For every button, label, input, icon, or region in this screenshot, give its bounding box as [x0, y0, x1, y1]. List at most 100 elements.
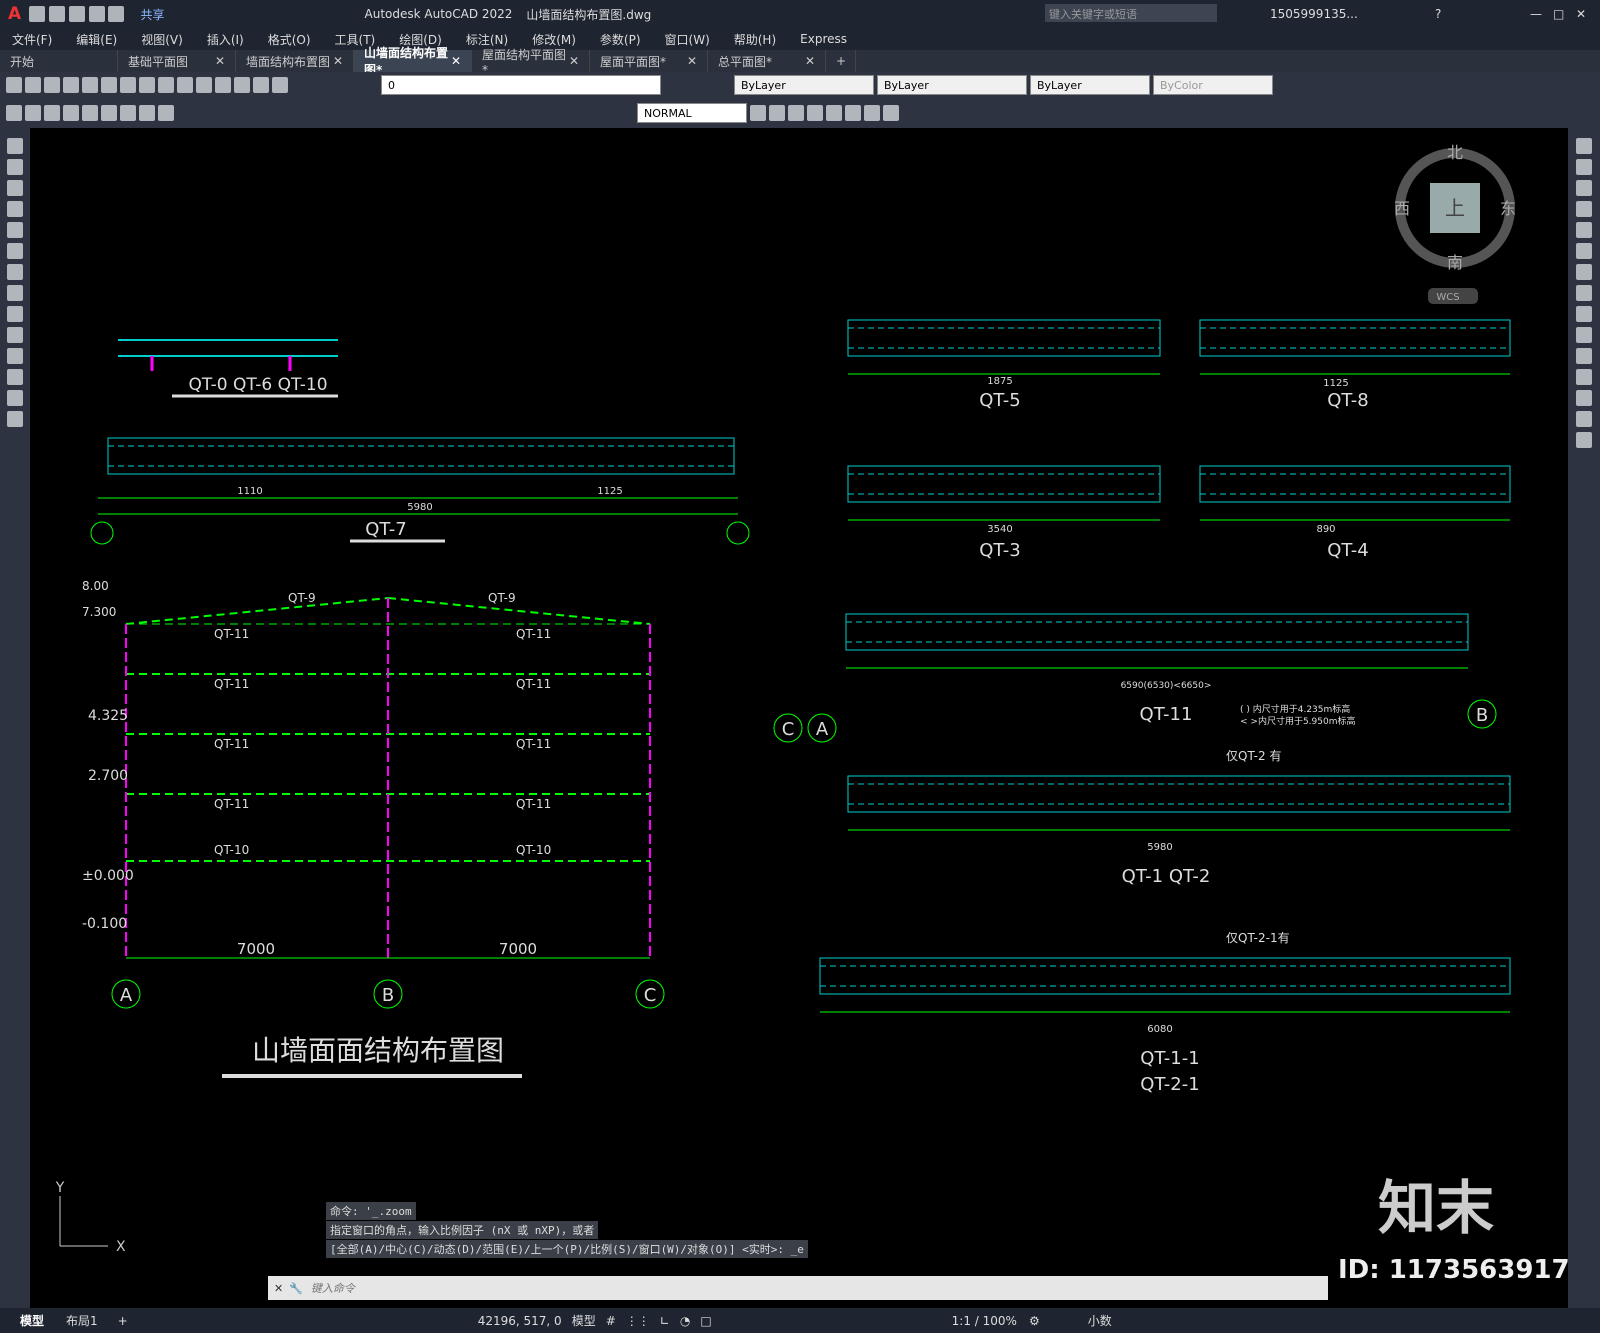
mirror-icon[interactable] [1576, 159, 1592, 175]
menu-item[interactable]: 格式(O) [268, 31, 311, 48]
menu-item[interactable]: Express [800, 32, 847, 46]
menu-item[interactable]: 参数(P) [600, 31, 641, 48]
table-icon[interactable] [7, 390, 23, 406]
extend-icon[interactable] [1576, 327, 1592, 343]
command-input[interactable]: 键入命令 [311, 1280, 355, 1296]
file-tab[interactable]: 基础平面图 ✕ [118, 50, 236, 72]
save-icon[interactable] [44, 77, 60, 93]
plot-icon[interactable] [63, 77, 79, 93]
copy-obj-icon[interactable] [769, 105, 785, 121]
properties-icon[interactable] [253, 77, 269, 93]
saveas-icon[interactable] [88, 6, 105, 22]
open-icon[interactable] [25, 77, 41, 93]
paste-icon[interactable] [139, 77, 155, 93]
preview-icon[interactable] [82, 77, 98, 93]
minimize-icon[interactable]: — [1530, 7, 1542, 21]
point-icon[interactable] [7, 327, 23, 343]
layer-select[interactable]: 0 [381, 75, 661, 95]
drawing-canvas[interactable]: 上 北 南 东 西 WCS QT-0 QT-6 QT-10 1110 1125 … [30, 128, 1570, 1308]
redo-icon[interactable] [196, 77, 212, 93]
offset-icon[interactable] [1576, 180, 1592, 196]
scale-icon[interactable] [1576, 264, 1592, 280]
file-tab[interactable]: 开始 [0, 50, 118, 72]
ellipse-icon[interactable] [7, 285, 23, 301]
extend-icon[interactable] [845, 105, 861, 121]
tab-close-icon[interactable]: ✕ [687, 54, 697, 68]
move-icon[interactable] [750, 105, 766, 121]
dim-arc-icon[interactable] [44, 105, 60, 121]
share-button[interactable]: 共享 [140, 6, 164, 23]
dimstyle-select[interactable]: NORMAL [637, 103, 747, 123]
move-icon[interactable] [1576, 222, 1592, 238]
dim-continue-icon[interactable] [120, 105, 136, 121]
text-icon[interactable] [7, 411, 23, 427]
save-icon[interactable] [68, 6, 85, 22]
pline-icon[interactable] [7, 159, 23, 175]
copy-icon[interactable] [120, 77, 136, 93]
menu-item[interactable]: 编辑(E) [76, 31, 117, 48]
spline-icon[interactable] [7, 264, 23, 280]
trim-icon[interactable] [826, 105, 842, 121]
color-select[interactable]: ByLayer [734, 75, 874, 95]
rotate-icon[interactable] [788, 105, 804, 121]
file-tab[interactable]: 屋面结构平面图* ✕ [472, 48, 590, 77]
tolerance-icon[interactable] [139, 105, 155, 121]
polar-icon[interactable]: ◔ [680, 1314, 690, 1328]
command-line[interactable]: ✕ 🔧 键入命令 [268, 1276, 1328, 1300]
tab-close-icon[interactable]: ✕ [451, 54, 461, 68]
rotate-icon[interactable] [1576, 243, 1592, 259]
dim-angular-icon[interactable] [82, 105, 98, 121]
tab-close-icon[interactable]: ✕ [333, 54, 343, 68]
arc-icon[interactable] [7, 222, 23, 238]
file-tab[interactable]: 总平面图* ✕ [708, 50, 826, 72]
open-icon[interactable] [49, 6, 65, 22]
help-icon[interactable]: ? [1435, 7, 1441, 21]
matchprop-icon[interactable] [158, 77, 174, 93]
erase-icon[interactable] [1576, 138, 1592, 154]
search-input[interactable]: 键入关键字或短语 [1045, 4, 1217, 22]
layout1-tab[interactable]: 布局1 [66, 1312, 98, 1329]
qnew-icon[interactable] [6, 77, 22, 93]
dim-radius-icon[interactable] [63, 105, 79, 121]
stretch-icon[interactable] [1576, 285, 1592, 301]
close-cmd-icon[interactable]: ✕ [274, 1282, 283, 1295]
tab-close-icon[interactable]: ✕ [569, 54, 579, 68]
region-icon[interactable] [7, 369, 23, 385]
units-select[interactable]: 小数 [1088, 1312, 1112, 1329]
trim-icon[interactable] [1576, 306, 1592, 322]
osnap-icon[interactable]: □ [700, 1314, 711, 1328]
maximize-icon[interactable]: □ [1553, 7, 1564, 21]
file-tab[interactable]: 墙面结构布置图 ✕ [236, 50, 354, 72]
add-layout-icon[interactable]: + [118, 1314, 128, 1328]
close-icon[interactable]: ✕ [1576, 7, 1586, 21]
break-icon[interactable] [1576, 348, 1592, 364]
ortho-icon[interactable]: ∟ [660, 1314, 670, 1328]
menu-item[interactable]: 文件(F) [12, 31, 52, 48]
menu-item[interactable]: 视图(V) [141, 31, 183, 48]
rectangle-icon[interactable] [7, 201, 23, 217]
file-tab[interactable]: 山墙面结构布置图* ✕ [354, 46, 472, 77]
cut-icon[interactable] [101, 77, 117, 93]
print-icon[interactable] [108, 6, 125, 22]
zoom-icon[interactable] [234, 77, 250, 93]
explode-icon[interactable] [883, 105, 899, 121]
center-mark-icon[interactable] [158, 105, 174, 121]
snap-icon[interactable]: ⋮⋮ [626, 1314, 650, 1328]
customize-icon[interactable]: 🔧 [289, 1282, 303, 1295]
help-icon[interactable] [272, 77, 288, 93]
hatch-icon[interactable] [7, 348, 23, 364]
settings-icon[interactable]: ⚙ [1029, 1314, 1040, 1328]
tab-close-icon[interactable]: ✕ [805, 54, 815, 68]
plotstyle-select[interactable]: ByColor [1153, 75, 1273, 95]
model-space-button[interactable]: 模型 [572, 1312, 596, 1329]
new-tab-button[interactable]: + [826, 50, 856, 72]
new-icon[interactable] [29, 6, 46, 22]
circle-icon[interactable] [7, 243, 23, 259]
fillet-icon[interactable] [864, 105, 880, 121]
polygon-icon[interactable] [7, 180, 23, 196]
tab-close-icon[interactable]: ✕ [215, 54, 225, 68]
menu-item[interactable]: 窗口(W) [665, 31, 710, 48]
explode-icon[interactable] [1576, 432, 1592, 448]
dim-linear-icon[interactable] [6, 105, 22, 121]
dim-baseline-icon[interactable] [101, 105, 117, 121]
